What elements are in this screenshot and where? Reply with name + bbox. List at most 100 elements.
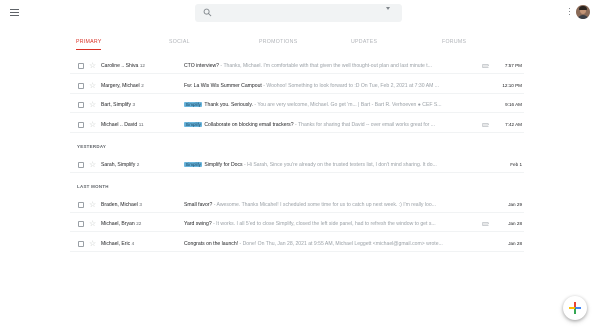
section-label-yesterday: YESTERDAY — [77, 144, 107, 149]
select-checkbox[interactable] — [78, 162, 84, 168]
star-icon[interactable]: ☆ — [89, 200, 96, 209]
thread-count: 11 — [138, 122, 144, 127]
thread-count: 12 — [139, 63, 145, 68]
category-tabs: PRIMARY SOCIAL PROMOTIONS UPDATES FORUMS — [0, 39, 596, 53]
email-row[interactable]: ☆ Margery, Michael 2 Fw: La Wis Wis Summer … — [70, 78, 524, 94]
tab-updates[interactable]: UPDATES — [351, 39, 377, 45]
email-date: Jan 28 — [508, 221, 522, 226]
label-badge[interactable]: Simplify — [184, 162, 203, 167]
tab-promotions[interactable]: PROMOTIONS — [259, 39, 297, 45]
account-avatar[interactable] — [576, 5, 590, 19]
attachment-icon — [482, 221, 489, 226]
attachment-icon — [482, 122, 489, 127]
email-date: 9:16 AM — [505, 102, 522, 107]
email-subject: Small favor? — [184, 202, 213, 208]
email-sender: Bart, Simplify 3 — [101, 102, 135, 108]
email-snippet: - You are very welcome, Michael. Go get … — [252, 102, 442, 108]
email-row[interactable]: ☆ Bart, Simplify 3 Simplify Thank you. Serio… — [70, 97, 524, 113]
thread-count: 2 — [136, 162, 140, 167]
email-content: Simplify Simplify for Docs - Hi Sarah, Si… — [184, 162, 480, 168]
email-date: 7:57 PM — [504, 63, 522, 68]
email-subject: Fw: La Wis Wis Summer Campout — [184, 83, 262, 89]
email-sender: Michael, Eric 4 — [101, 241, 134, 247]
sender-names: Caroline .. Shiva — [101, 63, 139, 69]
star-icon[interactable]: ☆ — [89, 239, 96, 248]
search-options-caret-icon[interactable] — [386, 7, 390, 10]
email-subject: Thank you. Seriously. — [204, 102, 253, 108]
attachment-icon — [482, 63, 489, 68]
email-content: Yard swing? - It works. I all 5'ed to cl… — [184, 221, 480, 227]
email-content: Simplify Thank you. Seriously. - You are … — [184, 102, 480, 108]
tab-primary[interactable]: PRIMARY — [76, 39, 102, 45]
search-input[interactable] — [217, 7, 372, 19]
email-row[interactable]: ☆ Michael, Bryan 22 Yard swing? - It works.… — [70, 216, 524, 232]
email-snippet: - Done! On Thu, Jan 28, 2021 at 9:55 AM,… — [238, 241, 443, 247]
select-checkbox[interactable] — [78, 241, 84, 247]
email-date: Jan 28 — [508, 241, 522, 246]
email-subject: Simplify for Docs — [204, 162, 243, 168]
email-content: Small favor? - Awesome. Thanks Micahel! … — [184, 202, 480, 208]
email-sender: Sarah, Simplify 2 — [101, 162, 139, 168]
top-bar — [0, 0, 596, 26]
search-bar[interactable] — [195, 4, 402, 22]
star-icon[interactable]: ☆ — [89, 219, 96, 228]
email-date: Jan 29 — [508, 202, 522, 207]
tab-forums[interactable]: FORUMS — [442, 39, 466, 45]
email-date: 12:10 PM — [502, 83, 522, 88]
star-icon[interactable]: ☆ — [89, 100, 96, 109]
select-checkbox[interactable] — [78, 221, 84, 227]
section-label-last-month: LAST MONTH — [77, 184, 109, 189]
email-subject: CTO interview? — [184, 63, 220, 69]
email-sender: Braden, Michael 3 — [101, 202, 142, 208]
star-icon[interactable]: ☆ — [89, 81, 96, 90]
email-sender: Margery, Michael 2 — [101, 83, 144, 89]
more-vert-icon[interactable] — [568, 8, 571, 17]
label-badge[interactable]: Simplify — [184, 102, 203, 107]
sender-names: Michael, Bryan — [101, 221, 135, 227]
select-checkbox[interactable] — [78, 202, 84, 208]
email-sender: Michael .. David 11 — [101, 122, 144, 128]
thread-count: 2 — [141, 83, 144, 88]
email-snippet: - Thanks for sharing that David -- over … — [293, 122, 436, 128]
select-checkbox[interactable] — [78, 122, 84, 128]
email-date: 7:42 AM — [505, 122, 522, 127]
email-content: CTO interview? - Thanks, Michael. I'm co… — [184, 63, 480, 69]
tab-social[interactable]: SOCIAL — [169, 39, 190, 45]
email-row[interactable]: ☆ Braden, Michael 3 Small favor? - Awesome.… — [70, 197, 524, 213]
email-content: Fw: La Wis Wis Summer Campout - Woohoo! … — [184, 83, 480, 89]
select-checkbox[interactable] — [78, 63, 84, 69]
email-content: Simplify Collaborate on blocking email tr… — [184, 122, 480, 128]
email-snippet: - Awesome. Thanks Micahel! I scheduled s… — [212, 202, 436, 208]
email-subject: Collaborate on blocking email trackers? — [204, 122, 294, 128]
email-subject: Congrats on the launch! — [184, 241, 239, 247]
sender-names: Sarah, Simplify — [101, 162, 136, 168]
email-snippet: - Hi Sarah, Since you're already on the … — [242, 162, 437, 168]
search-icon[interactable] — [203, 8, 212, 17]
star-icon[interactable]: ☆ — [89, 61, 96, 70]
sender-names: Braden, Michael — [101, 202, 138, 208]
compose-button[interactable] — [563, 296, 587, 320]
thread-count: 4 — [131, 241, 135, 246]
thread-count: 22 — [136, 221, 142, 226]
thread-count: 3 — [139, 202, 142, 207]
thread-count: 3 — [132, 102, 136, 107]
email-sender: Michael, Bryan 22 — [101, 221, 141, 227]
email-snippet: - Thanks, Michael. I'm comfortable with … — [219, 63, 432, 69]
email-snippet: - It works. I all 5'ed to close Simplify… — [211, 221, 436, 227]
email-row[interactable]: ☆ Michael, Eric 4 Congrats on the launch! -… — [70, 236, 524, 252]
label-badge[interactable]: Simplify — [184, 122, 203, 127]
hamburger-menu-icon[interactable] — [10, 9, 19, 17]
active-tab-indicator — [76, 49, 101, 50]
sender-names: Michael, Eric — [101, 241, 131, 247]
sender-names: Michael .. David — [101, 122, 138, 128]
star-icon[interactable]: ☆ — [89, 160, 96, 169]
select-checkbox[interactable] — [78, 102, 84, 108]
email-row[interactable]: ☆ Sarah, Simplify 2 Simplify Simplify for Do… — [70, 157, 524, 173]
select-checkbox[interactable] — [78, 83, 84, 89]
email-row[interactable]: ☆ Michael .. David 11 Simplify Collaborate o… — [70, 117, 524, 133]
email-snippet: - Woohoo! Something to look forward to :… — [261, 83, 439, 89]
email-subject: Yard swing? — [184, 221, 212, 227]
email-row[interactable]: ☆ Caroline .. Shiva 12 CTO interview? - Tha… — [70, 58, 524, 74]
email-date: Feb 1 — [510, 162, 522, 167]
star-icon[interactable]: ☆ — [89, 120, 96, 129]
